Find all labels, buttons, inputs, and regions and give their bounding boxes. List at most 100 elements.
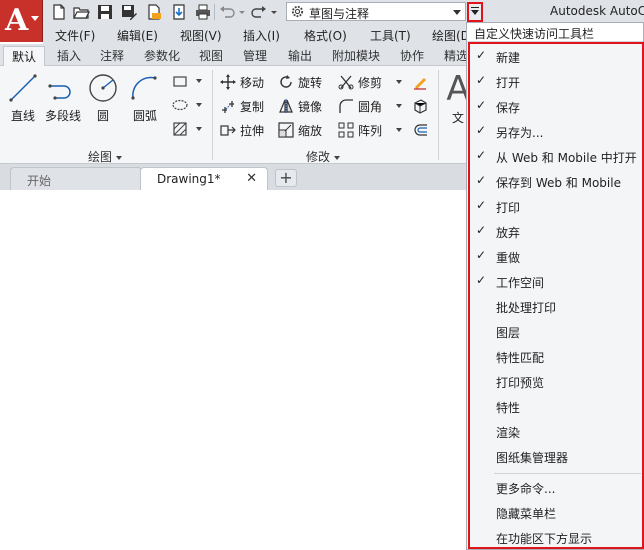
erase-button[interactable] bbox=[412, 72, 432, 92]
new-file-icon[interactable] bbox=[50, 3, 68, 21]
tab-parametric[interactable]: 参数化 bbox=[144, 47, 180, 64]
tab-featured[interactable]: 精选 bbox=[444, 47, 468, 64]
menu-file[interactable]: 文件(F) bbox=[55, 27, 95, 44]
checkmark-icon: ✓ bbox=[476, 198, 487, 212]
trim-button[interactable]: 修剪 bbox=[338, 72, 404, 92]
line-button[interactable]: 直线 bbox=[7, 72, 39, 124]
menu-item[interactable]: 在功能区下方显示 bbox=[469, 525, 641, 549]
menu-item[interactable]: ✓ 保存 bbox=[469, 94, 641, 118]
fillet-button[interactable]: 圆角 bbox=[338, 96, 404, 116]
menu-item[interactable]: ✓ 打开 bbox=[469, 69, 641, 93]
tab-output[interactable]: 输出 bbox=[288, 47, 312, 64]
new-tab-button[interactable]: + bbox=[275, 169, 297, 187]
toolbar-separator bbox=[214, 4, 215, 20]
menu-edit[interactable]: 编辑(E) bbox=[117, 27, 158, 44]
eraser-icon bbox=[414, 78, 426, 90]
open-folder-icon[interactable] bbox=[72, 3, 90, 21]
drawing-tab[interactable]: Drawing1* ✕ bbox=[140, 167, 268, 190]
print-icon[interactable] bbox=[194, 3, 212, 21]
tab-collaborate[interactable]: 协作 bbox=[400, 47, 424, 64]
chevron-down-icon bbox=[31, 16, 39, 21]
menu-separator bbox=[494, 473, 641, 474]
tab-insert[interactable]: 插入 bbox=[57, 47, 81, 64]
polyline-button[interactable]: 多段线 bbox=[44, 72, 82, 124]
menu-view[interactable]: 视图(V) bbox=[180, 27, 222, 44]
line-icon bbox=[9, 74, 37, 102]
menu-item[interactable]: ✓ 工作空间 bbox=[469, 269, 641, 293]
menu-item[interactable]: ✓ 放弃 bbox=[469, 219, 641, 243]
application-menu-button[interactable]: A bbox=[0, 0, 43, 42]
customize-quick-access-menu: 自定义快速访问工具栏 ✓ 新建 ✓ 打开 ✓ 保存 ✓ 另存为... ✓ 从 Web 和 Mobi… bbox=[466, 22, 644, 550]
move-button[interactable]: 移动 bbox=[220, 72, 270, 92]
workspace-select[interactable]: 草图与注释 bbox=[286, 2, 466, 21]
menu-item-label: 打印 bbox=[496, 201, 521, 215]
menu-item[interactable]: ✓ 重做 bbox=[469, 244, 641, 268]
customize-quick-access-button[interactable] bbox=[467, 2, 483, 22]
drawing-tab-label: Drawing1* bbox=[157, 172, 221, 186]
ellipse-button[interactable] bbox=[172, 95, 204, 115]
move-icon bbox=[220, 74, 236, 90]
rectangle-button[interactable] bbox=[172, 71, 204, 91]
autocad-logo-icon: A bbox=[5, 3, 29, 38]
scale-button[interactable]: 缩放 bbox=[278, 120, 328, 140]
menu-item[interactable]: 特性 bbox=[469, 394, 641, 418]
tab-annotate[interactable]: 注释 bbox=[100, 47, 124, 64]
menu-item[interactable]: ✓ 保存到 Web 和 Mobile bbox=[469, 169, 641, 193]
copy-button[interactable]: 复制 bbox=[220, 96, 270, 116]
menu-format[interactable]: 格式(O) bbox=[304, 27, 347, 44]
checkmark-icon: ✓ bbox=[476, 98, 487, 112]
menu-item[interactable]: 渲染 bbox=[469, 419, 641, 443]
menu-item[interactable]: ✓ 从 Web 和 Mobile 中打开 bbox=[469, 144, 641, 168]
tab-default[interactable]: 默认 bbox=[3, 46, 46, 68]
arc-button[interactable]: 圆弧 bbox=[128, 72, 162, 124]
undo-dropdown-icon[interactable] bbox=[238, 3, 246, 21]
explode-button[interactable] bbox=[412, 96, 432, 116]
circle-button[interactable]: 圆 bbox=[87, 72, 119, 124]
draw-panel-title[interactable]: 绘图 bbox=[88, 148, 123, 165]
offset-button[interactable] bbox=[412, 120, 432, 140]
menu-insert[interactable]: 插入(I) bbox=[243, 27, 280, 44]
chevron-down-icon bbox=[196, 103, 202, 107]
start-tab-label: 开始 bbox=[27, 174, 52, 188]
menu-item[interactable]: 特性匹配 bbox=[469, 344, 641, 368]
save-icon[interactable] bbox=[96, 3, 114, 21]
menu-item-label: 特性 bbox=[496, 401, 521, 415]
menu-item[interactable]: ✓ 打印 bbox=[469, 194, 641, 218]
start-tab[interactable]: 开始 bbox=[10, 167, 142, 190]
undo-icon[interactable] bbox=[218, 3, 236, 21]
menu-item-label: 打开 bbox=[496, 76, 521, 90]
tab-manage[interactable]: 管理 bbox=[243, 47, 267, 64]
menu-tools[interactable]: 工具(T) bbox=[370, 27, 411, 44]
array-label: 阵列 bbox=[358, 124, 383, 138]
menu-item[interactable]: 打印预览 bbox=[469, 369, 641, 393]
open-from-web-icon[interactable] bbox=[145, 3, 163, 21]
close-icon[interactable]: ✕ bbox=[246, 171, 257, 186]
menu-item[interactable]: 更多命令... bbox=[469, 475, 641, 499]
redo-icon[interactable] bbox=[250, 3, 268, 21]
mirror-button[interactable]: 镜像 bbox=[278, 96, 328, 116]
rotate-label: 旋转 bbox=[298, 76, 323, 90]
menu-item[interactable]: 图纸集管理器 bbox=[469, 444, 641, 468]
line-label: 直线 bbox=[10, 109, 35, 123]
modify-panel-title[interactable]: 修改 bbox=[306, 148, 341, 165]
menu-item[interactable]: ✓ 新建 bbox=[469, 44, 641, 68]
fillet-icon bbox=[339, 99, 353, 113]
menu-item[interactable]: 图层 bbox=[469, 319, 641, 343]
tab-addins[interactable]: 附加模块 bbox=[332, 47, 380, 64]
array-button[interactable]: 阵列 bbox=[338, 120, 404, 140]
stretch-button[interactable]: 拉伸 bbox=[220, 120, 270, 140]
customize-bar-icon bbox=[471, 7, 479, 8]
fillet-label: 圆角 bbox=[358, 100, 383, 114]
menu-item-label: 批处理打印 bbox=[496, 301, 557, 315]
menu-item[interactable]: 批处理打印 bbox=[469, 294, 641, 318]
arc-label: 圆弧 bbox=[132, 109, 157, 123]
save-as-icon[interactable] bbox=[120, 3, 138, 21]
hatch-button[interactable] bbox=[172, 119, 204, 139]
redo-dropdown-icon[interactable] bbox=[270, 3, 278, 21]
menu-item-label: 打印预览 bbox=[496, 376, 545, 390]
rotate-button[interactable]: 旋转 bbox=[278, 72, 328, 92]
menu-item[interactable]: 隐藏菜单栏 bbox=[469, 500, 641, 524]
menu-item[interactable]: ✓ 另存为... bbox=[469, 119, 641, 143]
tab-view[interactable]: 视图 bbox=[199, 47, 223, 64]
save-to-web-icon[interactable] bbox=[170, 3, 188, 21]
